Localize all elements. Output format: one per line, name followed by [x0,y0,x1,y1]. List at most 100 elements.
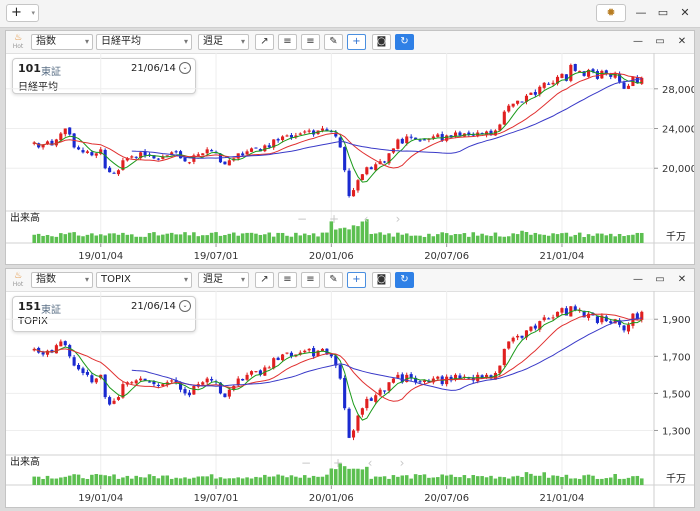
candle [139,378,143,381]
volume-bar [50,236,54,243]
panel-minimize-icon[interactable]: — [631,34,645,50]
candle [134,156,138,158]
volume-bar [258,477,263,485]
chart-panel-topix: ♨ Hot 指数 ▾ TOPIX ▾ 週足 ▾ ↗ ≡ ≡ ✎ + ◙ ↻ — ▭ ✕ … [5,268,695,508]
volume-bar [569,478,573,485]
volume-bar [409,478,413,485]
align-right-icon[interactable]: ≡ [301,272,320,288]
volume-bar [307,477,311,485]
candle [325,129,329,131]
trend-line-icon[interactable]: ↗ [255,272,274,288]
volume-bar [280,475,285,485]
volume-bar [582,475,586,485]
chevron-down-icon: ▾ [240,37,245,46]
crosshair-icon[interactable]: + [347,272,366,288]
volume-bar [165,233,170,243]
x-tick-label: 19/01/04 [78,251,123,262]
volume-bar [444,233,449,243]
restore-icon[interactable]: ▭ [656,5,670,21]
candle [196,154,200,156]
volume-bar [529,473,533,485]
align-left-icon[interactable]: ≡ [278,34,297,50]
panel-minimize-icon[interactable]: — [631,272,645,288]
ma-short-line [33,69,642,183]
volume-bar [511,476,515,485]
volume-bar [54,236,59,243]
candle [94,153,98,156]
volume-bar [471,232,476,243]
volume-bar [76,235,81,243]
volume-bar [524,232,529,243]
volume-bar [240,478,245,485]
period-select[interactable]: 週足 ▾ [198,272,249,288]
align-left-icon[interactable]: ≡ [278,272,297,288]
volume-bar [183,232,187,243]
camera-icon[interactable]: ◙ [372,272,391,288]
volume-bar [577,478,582,485]
trend-line-icon[interactable]: ↗ [255,34,274,50]
panel-close-icon[interactable]: ✕ [675,272,689,288]
pencil-icon[interactable]: ✎ [324,34,343,50]
candle [405,136,409,144]
candle [130,382,134,384]
volume-bar [183,477,187,485]
volume-bar [378,476,382,485]
symbol-select[interactable]: TOPIX ▾ [96,272,192,288]
refresh-icon[interactable]: ↻ [395,272,414,288]
candle [347,408,351,438]
volume-bar [187,478,192,485]
panel-close-icon[interactable]: ✕ [675,34,689,50]
pencil-icon[interactable]: ✎ [324,272,343,288]
align-right-icon[interactable]: ≡ [301,34,320,50]
add-chart-button[interactable]: + ▾ [6,4,39,22]
candle [263,145,267,152]
hot-icon: ♨ Hot [12,271,24,288]
volume-bar [236,235,240,243]
volume-bar [112,233,116,243]
candle [551,82,555,85]
crosshair-icon[interactable]: + [347,34,366,50]
volume-bar [116,234,121,243]
candle [276,139,280,141]
volume-bar [285,235,289,243]
type-select[interactable]: 指数 ▾ [31,34,93,50]
volume-bar [382,234,387,243]
volume-bar [404,233,409,243]
candle [396,139,400,149]
symbol-select[interactable]: 日経平均 ▾ [96,34,192,50]
chart-panel-nikkei: ♨ Hot 指数 ▾ 日経平均 ▾ 週足 ▾ ↗ ≡ ≡ ✎ + ◙ ↻ — ▭ ✕ 1… [5,30,695,265]
volume-bar [156,235,161,243]
candle [81,150,85,153]
volume-bar [125,234,130,243]
gear-icon[interactable]: ✹ [596,4,626,22]
panel-restore-icon[interactable]: ▭ [653,272,667,288]
candle [201,382,205,385]
camera-icon[interactable]: ◙ [372,34,391,50]
candle [343,377,347,409]
volume-bar [569,236,573,243]
candle [626,324,631,332]
volume-bar [462,233,467,243]
minimize-icon[interactable]: — [634,5,648,21]
volume-bar [147,474,152,485]
candle [502,348,506,365]
close-icon[interactable]: ✕ [678,5,692,21]
candle [205,149,209,154]
refresh-icon[interactable]: ↻ [395,34,414,50]
candle [418,140,422,142]
volume-bar [511,233,515,243]
candle [147,381,152,383]
volume-bar [134,475,138,485]
chevron-down-icon: ▾ [84,275,89,284]
volume-bar [640,232,644,243]
candle [338,364,342,379]
period-select[interactable]: 週足 ▾ [198,34,249,50]
panel-restore-icon[interactable]: ▭ [653,34,667,50]
volume-bar [573,234,578,243]
volume-bar [302,475,307,485]
candle [227,160,231,166]
volume-bar [174,477,178,485]
chevron-down-icon: ▾ [31,9,35,17]
volume-bar [103,235,107,243]
type-select[interactable]: 指数 ▾ [31,272,93,288]
